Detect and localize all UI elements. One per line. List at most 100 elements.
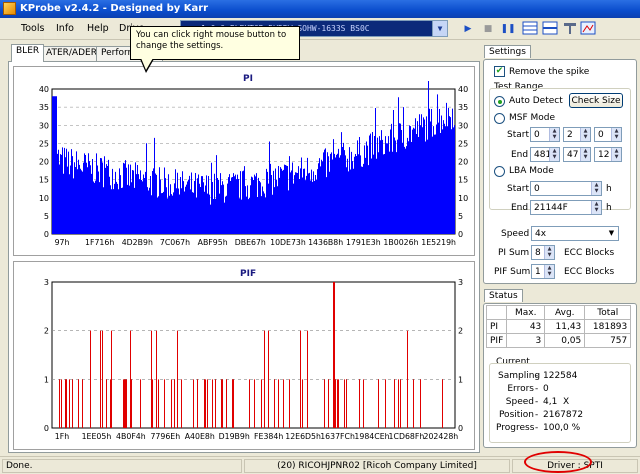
settings-panel: ✔ Remove the spike Test Range Auto Detec… — [483, 59, 637, 284]
row-label: PIF — [485, 333, 508, 348]
lba-start-field[interactable]: 0 ▲ ▼ — [530, 181, 602, 196]
x-tick-label: 97h — [55, 238, 70, 247]
screenshot-icon[interactable] — [580, 21, 596, 37]
pi-chart: PI 0 0 5 5 10 10 15 15 20 20 25 25 30 30 35 35 40 40 97h 1F… — [13, 66, 475, 256]
msf-start-frame[interactable]: 0 ▲ ▼ — [594, 127, 622, 142]
menu-help[interactable]: Help — [87, 23, 109, 34]
sampling-label: Sampling — [498, 371, 541, 381]
pi-max: 43 — [506, 319, 546, 334]
y-tick-label: 10 — [39, 194, 49, 203]
auto-detect-radio[interactable] — [494, 96, 505, 107]
y-tick-label-right: 25 — [458, 139, 468, 148]
x-tick-label: 4D2B9h — [122, 238, 153, 247]
tab-panel: PI 0 0 5 5 10 10 15 15 20 20 25 25 30 30 35 35 40 40 97h 1F… — [8, 61, 480, 453]
msf-end-frame[interactable]: 12 ▲ ▼ — [594, 147, 622, 162]
msf-start-sec[interactable]: 2 ▲ ▼ — [563, 127, 591, 142]
y-tick-label-right: 20 — [458, 158, 468, 167]
pause-icon[interactable]: ❚❚ — [500, 21, 516, 37]
pi-sum-field[interactable]: 8 ▲ ▼ — [531, 245, 555, 260]
stop-icon[interactable]: ■ — [480, 21, 496, 37]
table-row: PIF 3 0,05 757 — [485, 333, 632, 348]
position-label: Position — [498, 410, 534, 420]
lba-end-label: End — [511, 203, 529, 213]
tooltip-line: change the settings. — [136, 41, 224, 51]
y-tick-label: 0 — [44, 230, 49, 239]
tab-status[interactable]: Status — [484, 289, 523, 302]
auto-detect-label: Auto Detect — [509, 96, 563, 106]
menu-bar: Tools Info Help Drive 1:0:0 PLEXTOR DVDR… — [0, 18, 640, 40]
y-tick-label-right: 30 — [458, 121, 468, 130]
y-tick-label: 2 — [44, 327, 49, 336]
status-text: Done. — [2, 459, 242, 473]
y-tick-label-right: 3 — [458, 278, 463, 287]
chevron-down-icon: ▼ — [605, 227, 618, 240]
x-tick-label: ABF95h — [198, 238, 228, 247]
msf-start-label: Start — [507, 130, 529, 140]
x-tick-label: D19B9h — [219, 432, 250, 441]
lba-mode-label: LBA Mode — [509, 166, 554, 176]
pif-chart: PIF 0 0 1 1 2 2 3 3 1Fh 1EE05h 4B0F4h 7796Eh A40E8h D… — [13, 261, 475, 450]
check-size-button[interactable]: Check Size — [569, 93, 623, 108]
x-tick-label: 1B0026h — [383, 238, 418, 247]
y-tick-label: 1 — [44, 375, 49, 384]
remove-spike-label: Remove the spike — [509, 67, 590, 77]
driver-highlight-circle — [524, 451, 592, 473]
speed-unit: X — [563, 397, 570, 407]
msf-end-min[interactable]: 481 ▲ ▼ — [530, 147, 560, 162]
remove-spike-checkbox[interactable]: ✔ — [494, 66, 505, 77]
x-tick-label: 1984CEh — [354, 432, 389, 441]
tab-ater-ader[interactable]: ATER/ADER — [41, 46, 102, 61]
layout-horizontal-icon[interactable] — [522, 21, 538, 37]
column-header: Total — [584, 305, 632, 320]
menu-tools[interactable]: Tools — [21, 23, 44, 34]
pif-max: 3 — [506, 333, 546, 348]
x-tick-label: 1791E3h — [346, 238, 381, 247]
x-tick-label: 7796Eh — [150, 432, 180, 441]
progress-label: Progress — [496, 423, 535, 433]
y-tick-label: 25 — [39, 139, 49, 148]
msf-end-sec[interactable]: 47 ▲ ▼ — [563, 147, 591, 162]
lba-mode-radio[interactable] — [494, 166, 505, 177]
pif-avg: 0,05 — [544, 333, 586, 348]
pif-sum-label: PIF Sum — [494, 267, 531, 277]
y-tick-label-right: 15 — [458, 176, 468, 185]
play-icon[interactable]: ▶ — [460, 21, 476, 37]
settings-tool-icon[interactable] — [562, 21, 578, 37]
chevron-down-icon[interactable]: ▼ — [432, 21, 447, 36]
speed-select[interactable]: 4x ▼ — [531, 226, 619, 241]
menu-info[interactable]: Info — [56, 23, 74, 34]
disc-info: (20) RICOHJPNR02 [Ricoh Company Limited] — [244, 459, 510, 473]
lba-end-field[interactable]: 21144F ▲ ▼ — [530, 200, 602, 215]
y-tick-label: 40 — [39, 85, 49, 94]
tab-bler[interactable]: BLER — [11, 44, 45, 62]
pif-chart-svg: 0 0 1 1 2 2 3 3 1Fh 1EE05h 4B0F4h 7796Eh A40E8h D19B9… — [44, 278, 463, 441]
msf-mode-label: MSF Mode — [509, 113, 556, 123]
y-tick-label: 3 — [44, 278, 49, 287]
lba-start-label: Start — [507, 184, 529, 194]
window-title: KProbe v2.4.2 - Designed by Karr — [20, 3, 209, 14]
errors-label: Errors — [507, 384, 534, 394]
y-tick-label: 0 — [44, 424, 49, 433]
y-tick-label-right: 10 — [458, 194, 468, 203]
column-header: Avg. — [544, 305, 586, 320]
msf-start-min[interactable]: 0 ▲ ▼ — [530, 127, 560, 142]
x-tick-label: 1CD68Fh — [389, 432, 425, 441]
pif-sum-field[interactable]: 1 ▲ ▼ — [531, 264, 555, 279]
x-tick-label: 1436B8h — [308, 238, 343, 247]
tooltip-tail-fill — [141, 58, 153, 70]
tooltip: You can click right mouse button to chan… — [130, 26, 300, 60]
x-tick-label: 1F716h — [85, 238, 114, 247]
layout-split-icon[interactable] — [542, 21, 558, 37]
x-tick-label: 202428h — [424, 432, 459, 441]
x-tick-label: DBE67h — [235, 238, 266, 247]
y-tick-label-right: 0 — [458, 230, 463, 239]
msf-mode-radio[interactable] — [494, 113, 505, 124]
lba-end-unit: h — [606, 203, 612, 213]
tab-settings[interactable]: Settings — [484, 45, 531, 58]
app-icon — [3, 2, 16, 15]
x-tick-label: 7C067h — [160, 238, 190, 247]
x-tick-label: A40E8h — [185, 432, 215, 441]
y-tick-label-right: 5 — [458, 212, 463, 221]
y-tick-label-right: 2 — [458, 327, 463, 336]
y-tick-label: 5 — [44, 212, 49, 221]
